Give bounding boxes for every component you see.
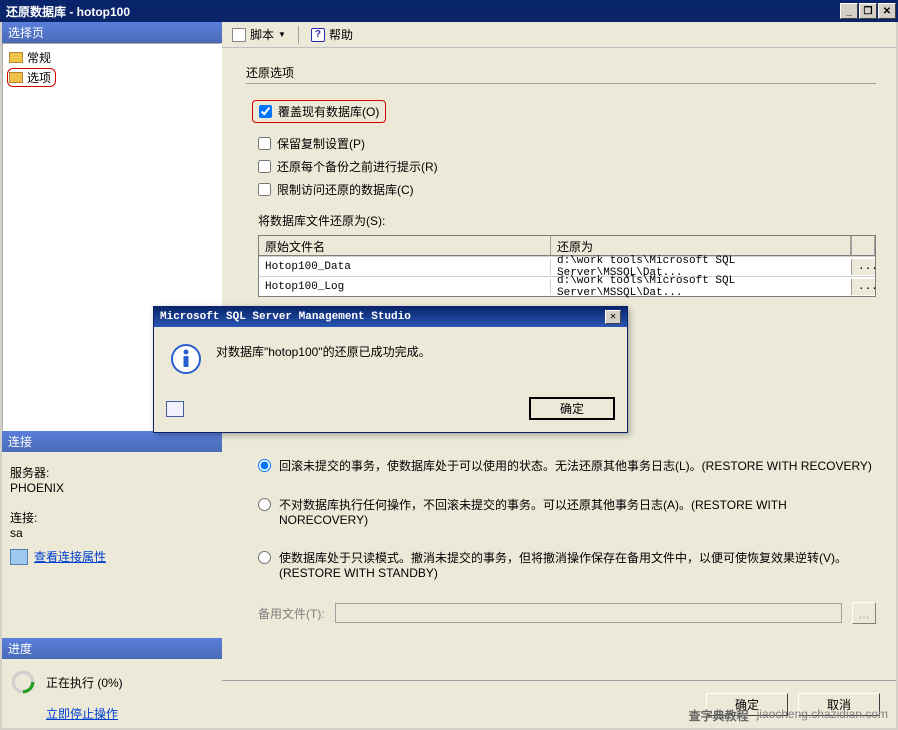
checkbox-restrict-label: 限制访问还原的数据库(C) bbox=[277, 181, 414, 198]
progress-header: 进度 bbox=[2, 638, 222, 659]
cell-name: Hotop100_Data bbox=[259, 259, 551, 275]
pages-header: 选择页 bbox=[2, 22, 222, 43]
checkbox-overwrite-row[interactable]: 覆盖现有数据库(O) bbox=[252, 100, 386, 123]
info-icon bbox=[170, 343, 202, 375]
checkbox-restrict-row[interactable]: 限制访问还原的数据库(C) bbox=[258, 181, 876, 198]
copy-icon[interactable] bbox=[166, 401, 184, 417]
dialog-close-button[interactable]: ✕ bbox=[605, 310, 621, 324]
radio-norecovery[interactable] bbox=[258, 498, 271, 511]
watermark: 查字典教程 jiaocheng.chazidian.com bbox=[689, 707, 888, 724]
standby-file-input bbox=[335, 603, 842, 623]
script-icon bbox=[232, 28, 246, 42]
checkbox-keep-replication-label: 保留复制设置(P) bbox=[277, 135, 365, 152]
radio-recovery[interactable] bbox=[258, 459, 271, 472]
watermark-text-1: 查字典教程 bbox=[689, 707, 749, 724]
sidebar-item-options[interactable]: 选项 bbox=[7, 68, 56, 87]
dialog-title: Microsoft SQL Server Management Studio bbox=[160, 311, 605, 323]
message-dialog: Microsoft SQL Server Management Studio ✕… bbox=[153, 306, 628, 433]
browse-button[interactable]: ... bbox=[851, 259, 875, 275]
cell-name: Hotop100_Log bbox=[259, 279, 551, 295]
standby-file-row: 备用文件(T): ... bbox=[258, 602, 876, 624]
folder-icon bbox=[9, 52, 23, 63]
checkbox-prompt-each-row[interactable]: 还原每个备份之前进行提示(R) bbox=[258, 158, 876, 175]
conn-label: 连接: bbox=[10, 509, 214, 526]
dialog-ok-button[interactable]: 确定 bbox=[529, 397, 615, 420]
dialog-footer: 确定 bbox=[154, 391, 627, 432]
col-original[interactable]: 原始文件名 bbox=[259, 236, 551, 256]
radio-standby[interactable] bbox=[258, 551, 271, 564]
standby-file-label: 备用文件(T): bbox=[258, 605, 325, 622]
restore-options-title: 还原选项 bbox=[246, 64, 876, 84]
standby-browse-button: ... bbox=[852, 602, 876, 624]
progress-panel: 正在执行 (0%) 立即停止操作 bbox=[2, 659, 222, 728]
sidebar-item-label: 选项 bbox=[27, 69, 51, 86]
sidebar-item-label: 常规 bbox=[27, 49, 51, 66]
radio-standby-row[interactable]: 使数据库处于只读模式。撤消未提交的事务，但将撤消操作保存在备用文件中，以便可使恢… bbox=[258, 549, 876, 580]
minimize-button[interactable]: _ bbox=[840, 3, 858, 19]
link-icon bbox=[10, 549, 28, 565]
script-label: 脚本 bbox=[250, 26, 274, 43]
checkbox-keep-replication-row[interactable]: 保留复制设置(P) bbox=[258, 135, 876, 152]
restore-button[interactable]: ❐ bbox=[859, 3, 877, 19]
dialog-body: 对数据库"hotop100"的还原已成功完成。 bbox=[154, 327, 627, 391]
conn-value: sa bbox=[10, 526, 214, 540]
radio-norecovery-label: 不对数据库执行任何操作，不回滚未提交的事务。可以还原其他事务日志(A)。(RES… bbox=[279, 496, 876, 527]
connection-header: 连接 bbox=[2, 431, 222, 452]
titlebar: 还原数据库 - hotop100 _ ❐ ✕ bbox=[0, 0, 898, 22]
dialog-message: 对数据库"hotop100"的还原已成功完成。 bbox=[216, 343, 431, 360]
close-button[interactable]: ✕ bbox=[878, 3, 896, 19]
window-title: 还原数据库 - hotop100 bbox=[6, 3, 840, 20]
dialog-titlebar: Microsoft SQL Server Management Studio ✕ bbox=[154, 307, 627, 327]
watermark-text-2: jiaocheng.chazidian.com bbox=[757, 707, 888, 724]
spinner-icon bbox=[10, 669, 36, 695]
checkbox-prompt-each[interactable] bbox=[258, 160, 271, 173]
files-label: 将数据库文件还原为(S): bbox=[258, 212, 876, 229]
toolbar-separator bbox=[298, 26, 299, 44]
table-row[interactable]: Hotop100_Log d:\work tools\Microsoft SQL… bbox=[259, 276, 875, 296]
connection-panel: 服务器: PHOENIX 连接: sa 查看连接属性 bbox=[2, 452, 222, 638]
script-button[interactable]: 脚本 ▼ bbox=[228, 24, 290, 45]
help-icon: ? bbox=[311, 28, 325, 42]
window-buttons: _ ❐ ✕ bbox=[840, 3, 896, 19]
checkbox-keep-replication[interactable] bbox=[258, 137, 271, 150]
view-connection-properties[interactable]: 查看连接属性 bbox=[34, 548, 106, 565]
toolbar: 脚本 ▼ ? 帮助 bbox=[222, 22, 896, 48]
browse-button[interactable]: ... bbox=[851, 279, 875, 295]
checkbox-prompt-each-label: 还原每个备份之前进行提示(R) bbox=[277, 158, 438, 175]
radio-recovery-label: 回滚未提交的事务，使数据库处于可以使用的状态。无法还原其他事务日志(L)。(RE… bbox=[279, 457, 872, 474]
radio-recovery-row[interactable]: 回滚未提交的事务，使数据库处于可以使用的状态。无法还原其他事务日志(L)。(RE… bbox=[258, 457, 876, 474]
help-label: 帮助 bbox=[329, 26, 353, 43]
help-button[interactable]: ? 帮助 bbox=[307, 24, 357, 45]
radio-norecovery-row[interactable]: 不对数据库执行任何操作，不回滚未提交的事务。可以还原其他事务日志(A)。(RES… bbox=[258, 496, 876, 527]
chevron-down-icon: ▼ bbox=[278, 30, 286, 39]
server-label: 服务器: bbox=[10, 464, 214, 481]
checkbox-overwrite[interactable] bbox=[259, 105, 272, 118]
checkbox-restrict[interactable] bbox=[258, 183, 271, 196]
server-value: PHOENIX bbox=[10, 481, 214, 495]
folder-icon bbox=[9, 72, 23, 83]
sidebar-item-general[interactable]: 常规 bbox=[7, 48, 217, 67]
checkbox-overwrite-label: 覆盖现有数据库(O) bbox=[278, 103, 379, 120]
stop-operation-link[interactable]: 立即停止操作 bbox=[46, 705, 118, 722]
recovery-state-section: 回滚未提交的事务，使数据库处于可以使用的状态。无法还原其他事务日志(L)。(RE… bbox=[258, 457, 876, 580]
radio-standby-label: 使数据库处于只读模式。撤消未提交的事务，但将撤消操作保存在备用文件中，以便可使恢… bbox=[279, 549, 876, 580]
files-grid: 原始文件名 还原为 Hotop100_Data d:\work tools\Mi… bbox=[258, 235, 876, 297]
col-action bbox=[851, 236, 875, 256]
progress-text: 正在执行 (0%) bbox=[46, 674, 123, 691]
cell-path: d:\work tools\Microsoft SQL Server\MSSQL… bbox=[551, 273, 851, 301]
